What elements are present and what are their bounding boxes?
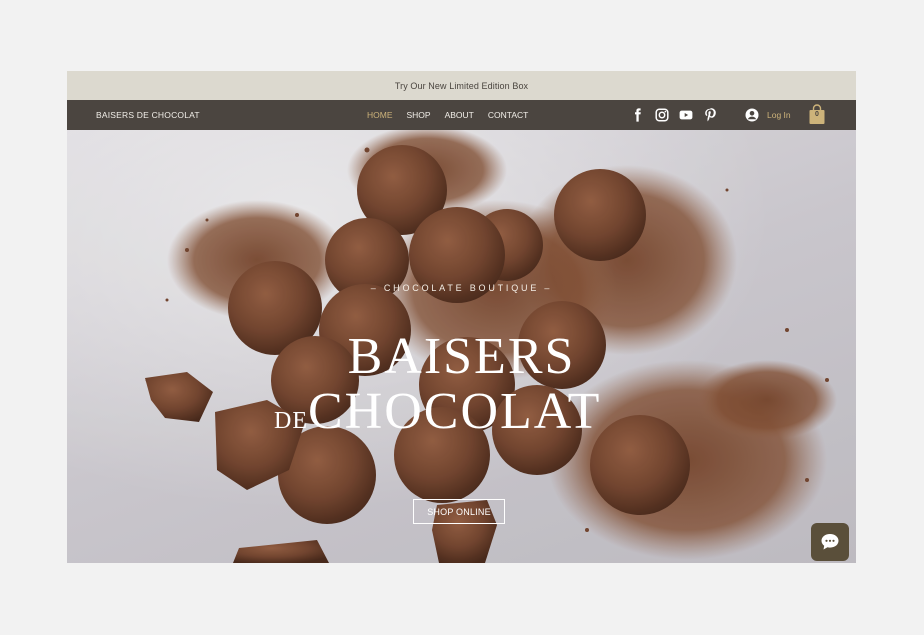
login-button[interactable]: Log In — [745, 108, 791, 122]
hero-title-line2: DECHOCOLAT — [274, 382, 674, 454]
nav-shop[interactable]: SHOP — [407, 100, 431, 130]
hero-title-line1: BAISERS — [347, 328, 576, 385]
main-menu: HOME SHOP ABOUT CONTACT — [367, 100, 542, 130]
pinterest-icon[interactable] — [703, 108, 717, 122]
youtube-icon[interactable] — [679, 108, 693, 122]
nav-home[interactable]: HOME — [367, 100, 393, 130]
chat-bubble-icon — [821, 534, 839, 550]
announcement-text[interactable]: Try Our New Limited Edition Box — [395, 81, 528, 91]
user-avatar-icon — [745, 108, 759, 122]
hero-title-prefix: DE — [274, 408, 308, 434]
website-frame: Try Our New Limited Edition Box BAISERS … — [67, 71, 856, 563]
facebook-icon[interactable] — [631, 108, 645, 122]
cart-button[interactable]: 0 — [808, 104, 826, 125]
site-logo-text[interactable]: BAISERS DE CHOCOLAT — [96, 100, 200, 130]
hero-title-main: CHOCOLAT — [308, 383, 602, 440]
hero-eyebrow: – CHOCOLATE BOUTIQUE – — [370, 283, 553, 293]
cart-count: 0 — [815, 111, 819, 118]
nav-contact[interactable]: CONTACT — [488, 100, 528, 130]
instagram-icon[interactable] — [655, 108, 669, 122]
hero-section: – CHOCOLATE BOUTIQUE – BAISERS DECHOCOLA… — [67, 130, 856, 563]
shop-online-button[interactable]: SHOP ONLINE — [413, 499, 505, 524]
login-label: Log In — [767, 110, 791, 120]
announcement-bar: Try Our New Limited Edition Box — [67, 71, 856, 100]
social-bar — [631, 108, 727, 122]
nav-about[interactable]: ABOUT — [445, 100, 474, 130]
chat-button[interactable] — [811, 523, 849, 561]
header-nav-bar: BAISERS DE CHOCOLAT HOME SHOP ABOUT CONT… — [67, 100, 856, 130]
